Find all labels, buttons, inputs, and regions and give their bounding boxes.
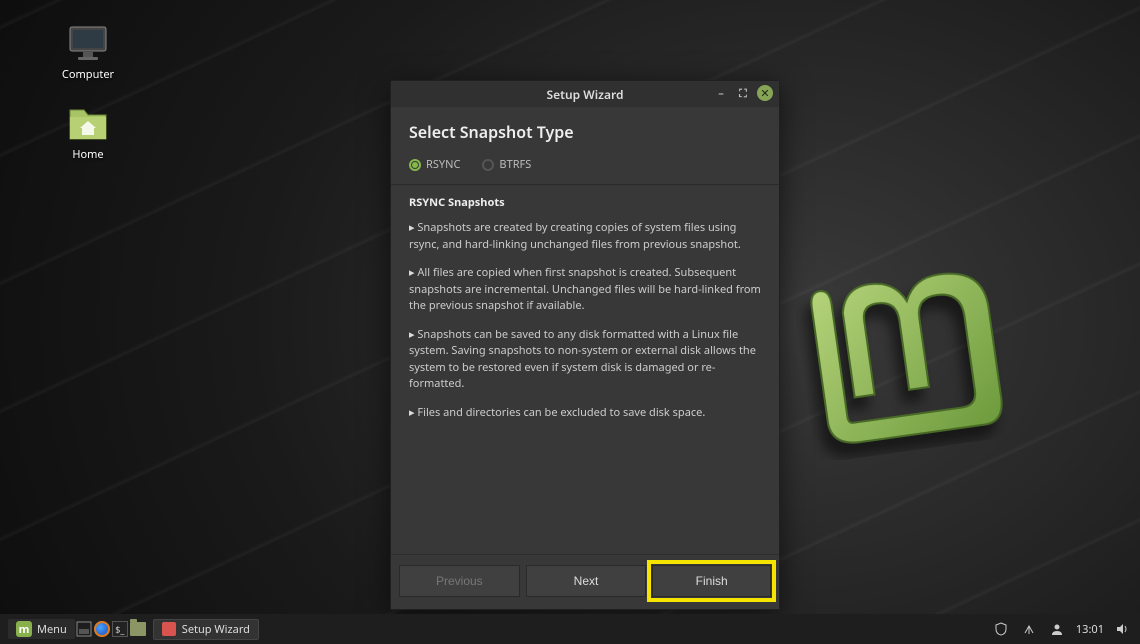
bullet-text: All files are copied when first snapshot…	[409, 265, 761, 315]
bullet-text: Files and directories can be excluded to…	[409, 405, 761, 422]
taskbar: Menu $_ Setup Wizard 13:01	[0, 614, 1140, 644]
window-title: Setup Wizard	[547, 86, 624, 103]
mint-icon	[16, 621, 32, 637]
wizard-footer: Previous Next Finish	[391, 554, 779, 609]
section-title: RSYNC Snapshots	[409, 195, 761, 210]
network-tray-icon[interactable]	[1020, 620, 1038, 638]
monitor-icon	[66, 25, 110, 63]
bullet-text: Snapshots can be saved to any disk forma…	[409, 327, 761, 393]
close-button[interactable]: ✕	[757, 85, 773, 101]
desktop-icon-label: Home	[48, 147, 128, 162]
next-button[interactable]: Next	[526, 565, 647, 597]
clock[interactable]: 13:01	[1076, 622, 1104, 637]
radio-label: BTRFS	[499, 157, 531, 172]
folder-home-icon	[66, 105, 110, 143]
system-tray: 13:01	[992, 620, 1132, 638]
menu-button[interactable]: Menu	[8, 619, 75, 639]
radio-btrfs[interactable]: BTRFS	[482, 157, 531, 172]
radio-dot-icon	[409, 159, 421, 171]
radio-label: RSYNC	[426, 157, 460, 172]
finish-button[interactable]: Finish	[652, 565, 771, 597]
user-tray-icon[interactable]	[1048, 620, 1066, 638]
separator	[391, 184, 779, 185]
radio-rsync[interactable]: RSYNC	[409, 157, 460, 172]
maximize-button[interactable]: ⛶	[735, 85, 751, 101]
setup-wizard-window: Setup Wizard – ⛶ ✕ Select Snapshot Type …	[390, 80, 780, 610]
taskbar-window-button[interactable]: Setup Wizard	[153, 619, 259, 640]
shield-tray-icon[interactable]	[992, 620, 1010, 638]
timeshift-icon	[162, 622, 176, 636]
previous-button: Previous	[399, 565, 520, 597]
files-launcher[interactable]	[129, 620, 147, 638]
desktop-icon-home[interactable]: Home	[48, 105, 128, 162]
minimize-button[interactable]: –	[713, 85, 729, 101]
show-desktop-button[interactable]	[75, 620, 93, 638]
firefox-launcher[interactable]	[93, 620, 111, 638]
radio-dot-icon	[482, 159, 494, 171]
wizard-heading: Select Snapshot Type	[409, 121, 761, 143]
menu-label: Menu	[37, 622, 67, 637]
bullet-text: Snapshots are created by creating copies…	[409, 220, 761, 253]
taskbar-window-label: Setup Wizard	[182, 622, 250, 637]
window-titlebar[interactable]: Setup Wizard – ⛶ ✕	[391, 81, 779, 107]
mint-logo-wallpaper	[790, 260, 1020, 460]
desktop-icon-label: Computer	[48, 67, 128, 82]
desktop-icon-computer[interactable]: Computer	[48, 25, 128, 82]
terminal-launcher[interactable]: $_	[111, 620, 129, 638]
volume-tray-icon[interactable]	[1114, 620, 1132, 638]
